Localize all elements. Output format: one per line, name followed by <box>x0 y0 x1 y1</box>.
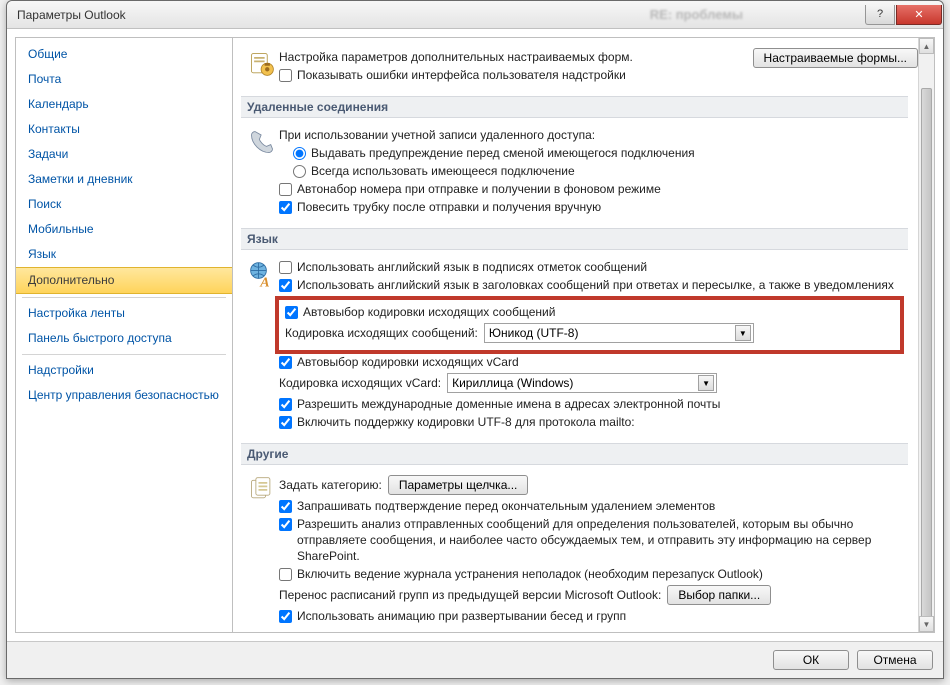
auto-encoding-outgoing-label: Автовыбор кодировки исходящих сообщений <box>303 304 555 320</box>
sidebar-item-language[interactable]: Язык <box>16 242 232 267</box>
ok-button[interactable]: ОК <box>773 650 849 670</box>
show-addin-errors-label: Показывать ошибки интерфейса пользовател… <box>297 67 626 83</box>
forms-icon <box>245 48 279 84</box>
category-label: Задать категорию: <box>279 478 382 492</box>
utf8-mailto-checkbox[interactable] <box>279 416 292 429</box>
encoding-vcard-label: Кодировка исходящих vCard: <box>279 376 441 390</box>
hangup-label: Повесить трубку после отправки и получен… <box>297 199 601 215</box>
encoding-outgoing-dropdown[interactable]: Юникод (UTF-8) ▼ <box>484 323 754 343</box>
dialog-window: Параметры Outlook RE: проблемы ? ✕ Общие… <box>6 0 944 679</box>
sent-analysis-label: Разрешить анализ отправленных сообщений … <box>297 516 904 564</box>
utf8-mailto-label: Включить поддержку кодировки UTF-8 для п… <box>297 414 635 430</box>
auto-encoding-outgoing-checkbox[interactable] <box>285 306 298 319</box>
background-window-hint: RE: проблемы <box>650 7 743 22</box>
sidebar-item-general[interactable]: Общие <box>16 42 232 67</box>
autodial-label: Автонабор номера при отправке и получени… <box>297 181 661 197</box>
autodial-checkbox[interactable] <box>279 183 292 196</box>
scroll-thumb[interactable] <box>921 88 932 633</box>
dialog-title: Параметры Outlook <box>17 8 126 22</box>
dialup-lead: При использовании учетной записи удаленн… <box>279 127 595 143</box>
close-button[interactable]: ✕ <box>896 5 942 25</box>
idn-label: Разрешить международные доменные имена в… <box>297 396 720 412</box>
sidebar-item-mail[interactable]: Почта <box>16 67 232 92</box>
encoding-outgoing-value: Юникод (UTF-8) <box>489 326 579 340</box>
section-header-other: Другие <box>241 443 908 465</box>
eng-signatures-checkbox[interactable] <box>279 261 292 274</box>
help-button[interactable]: ? <box>865 5 895 25</box>
custom-forms-button[interactable]: Настраиваемые формы... <box>753 48 918 68</box>
forms-desc: Настройка параметров дополнительных наст… <box>279 49 633 65</box>
sidebar-item-addins[interactable]: Надстройки <box>16 358 232 383</box>
encoding-vcard-value: Кириллица (Windows) <box>452 376 573 390</box>
content-pane: ▲ ▼ Настраиваемые формы... Настройка пар… <box>233 37 935 633</box>
scrollbar[interactable]: ▲ ▼ <box>918 38 934 632</box>
sidebar-separator <box>22 297 226 298</box>
dialup-warn-radio[interactable] <box>293 147 306 160</box>
sidebar-item-advanced[interactable]: Дополнительно <box>16 267 232 294</box>
troubleshoot-log-checkbox[interactable] <box>279 568 292 581</box>
sidebar-item-calendar[interactable]: Календарь <box>16 92 232 117</box>
eng-headers-checkbox[interactable] <box>279 279 292 292</box>
close-icon: ✕ <box>914 8 923 21</box>
phone-icon <box>245 126 279 216</box>
sidebar-item-contacts[interactable]: Контакты <box>16 117 232 142</box>
hangup-checkbox[interactable] <box>279 201 292 214</box>
section-header-dialup: Удаленные соединения <box>241 96 908 118</box>
troubleshoot-log-label: Включить ведение журнала устранения непо… <box>297 566 763 582</box>
sidebar-item-mobile[interactable]: Мобильные <box>16 217 232 242</box>
migrate-schedules-label: Перенос расписаний групп из предыдущей в… <box>279 588 661 602</box>
dialup-existing-label: Всегда использовать имеющееся подключени… <box>311 163 575 179</box>
sidebar-item-qat[interactable]: Панель быстрого доступа <box>16 326 232 351</box>
globe-letter-icon: A <box>245 258 279 431</box>
sent-analysis-checkbox[interactable] <box>279 518 292 531</box>
use-animation-label: Использовать анимацию при развертывании … <box>297 608 626 624</box>
auto-encoding-vcard-checkbox[interactable] <box>279 356 292 369</box>
section-header-language: Язык <box>241 228 908 250</box>
eng-signatures-label: Использовать английский язык в подписях … <box>297 259 647 275</box>
sidebar-item-search[interactable]: Поиск <box>16 192 232 217</box>
dialup-warn-label: Выдавать предупреждение перед сменой име… <box>311 145 695 161</box>
dialup-existing-radio[interactable] <box>293 165 306 178</box>
category-sidebar: Общие Почта Календарь Контакты Задачи За… <box>15 37 233 633</box>
titlebar: Параметры Outlook RE: проблемы ? ✕ <box>7 1 943 29</box>
sidebar-item-notes[interactable]: Заметки и дневник <box>16 167 232 192</box>
cancel-button[interactable]: Отмена <box>857 650 933 670</box>
sidebar-separator <box>22 354 226 355</box>
encoding-highlight: Автовыбор кодировки исходящих сообщений … <box>275 296 904 354</box>
show-addin-errors-checkbox[interactable] <box>279 69 292 82</box>
documents-icon <box>245 473 279 625</box>
encoding-vcard-dropdown[interactable]: Кириллица (Windows) ▼ <box>447 373 717 393</box>
click-params-button[interactable]: Параметры щелчка... <box>388 475 529 495</box>
confirm-delete-checkbox[interactable] <box>279 500 292 513</box>
use-animation-checkbox[interactable] <box>279 610 292 623</box>
help-icon: ? <box>877 8 883 20</box>
choose-folder-button[interactable]: Выбор папки... <box>667 585 771 605</box>
svg-text:A: A <box>259 275 269 288</box>
chevron-down-icon: ▼ <box>735 325 751 341</box>
idn-checkbox[interactable] <box>279 398 292 411</box>
chevron-down-icon: ▼ <box>698 375 714 391</box>
scroll-up-icon[interactable]: ▲ <box>919 38 934 54</box>
dialog-footer: ОК Отмена <box>7 641 943 678</box>
scroll-down-icon[interactable]: ▼ <box>919 616 934 632</box>
confirm-delete-label: Запрашивать подтверждение перед окончате… <box>297 498 715 514</box>
eng-headers-label: Использовать английский язык в заголовка… <box>297 277 894 293</box>
sidebar-item-trustcenter[interactable]: Центр управления безопасностью <box>16 383 232 408</box>
auto-encoding-vcard-label: Автовыбор кодировки исходящих vCard <box>297 354 519 370</box>
sidebar-item-tasks[interactable]: Задачи <box>16 142 232 167</box>
encoding-outgoing-label: Кодировка исходящих сообщений: <box>285 326 478 340</box>
sidebar-item-ribbon[interactable]: Настройка ленты <box>16 301 232 326</box>
